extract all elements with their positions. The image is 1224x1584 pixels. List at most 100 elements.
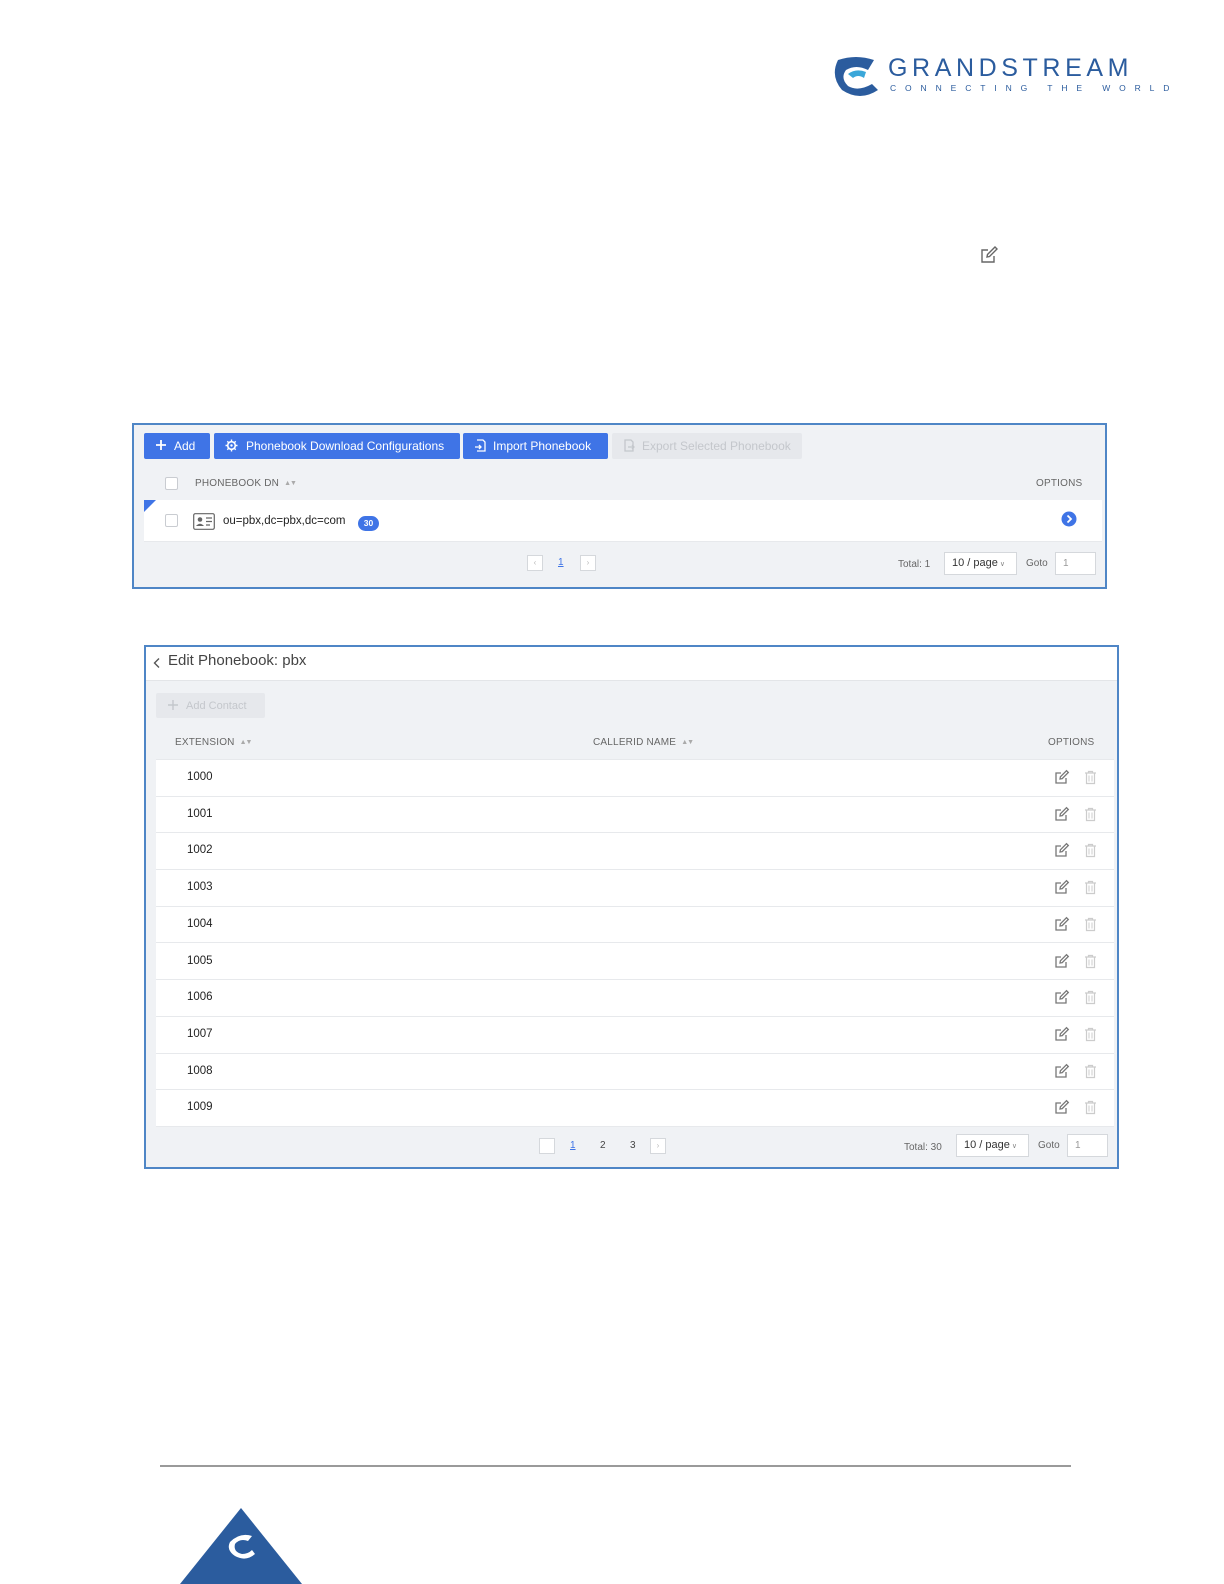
edit-icon[interactable] bbox=[1054, 806, 1070, 822]
next-page-button[interactable]: › bbox=[650, 1138, 666, 1154]
export-selected-label: Export Selected Phonebook bbox=[642, 439, 791, 453]
page-1-link[interactable]: 1 bbox=[570, 1140, 576, 1151]
extension-cell: 1003 bbox=[187, 881, 213, 894]
edit-icon[interactable] bbox=[1054, 916, 1070, 932]
total-count: Total: 1 bbox=[898, 559, 931, 570]
prev-page-button[interactable]: ‹ bbox=[527, 555, 543, 571]
select-all-checkbox[interactable] bbox=[165, 477, 178, 490]
column-header-extension[interactable]: EXTENSION ▲▼ bbox=[175, 737, 252, 748]
logo-wordmark: GRANDSTREAM bbox=[888, 54, 1134, 82]
plus-icon bbox=[156, 440, 166, 450]
row-checkbox[interactable] bbox=[165, 514, 178, 527]
table-row[interactable]: 1003 bbox=[156, 870, 1114, 907]
table-row[interactable]: 1009 bbox=[156, 1090, 1114, 1127]
delete-icon[interactable] bbox=[1084, 880, 1097, 895]
extension-cell: 1001 bbox=[187, 807, 213, 820]
extension-cell: 1009 bbox=[187, 1101, 213, 1114]
page-2-link[interactable]: 2 bbox=[600, 1140, 606, 1151]
page-size-select[interactable]: 10 / page ∨ bbox=[944, 552, 1017, 575]
edit-icon[interactable] bbox=[1054, 989, 1070, 1005]
column-header-label: PHONEBOOK DN bbox=[195, 478, 280, 489]
contact-count-badge: 30 bbox=[358, 516, 379, 531]
next-page-button[interactable]: › bbox=[580, 555, 596, 571]
extension-cell: 1006 bbox=[187, 991, 213, 1004]
table-row[interactable]: 1008 bbox=[156, 1054, 1114, 1091]
add-contact-label: Add Contact bbox=[186, 700, 247, 712]
edit-icon[interactable] bbox=[1054, 1099, 1070, 1115]
table-row[interactable]: 1006 bbox=[156, 980, 1114, 1017]
chevron-right-icon[interactable] bbox=[1061, 511, 1077, 527]
delete-icon[interactable] bbox=[1084, 1064, 1097, 1079]
delete-icon[interactable] bbox=[1084, 917, 1097, 932]
table-row[interactable]: 1002 bbox=[156, 833, 1114, 871]
edit-icon bbox=[981, 246, 998, 263]
phonebook-list-panel: Add Phonebook Download Configurations Im… bbox=[132, 423, 1107, 589]
delete-icon[interactable] bbox=[1084, 990, 1097, 1005]
grandstream-logo: GRANDSTREAM CONNECTING THE WORLD bbox=[834, 54, 1169, 98]
table-row[interactable]: ou=pbx,dc=pbx,dc=com 30 bbox=[144, 500, 1102, 542]
goto-page-input[interactable]: 1 bbox=[1055, 552, 1096, 575]
phonebook-dn-value: ou=pbx,dc=pbx,dc=com bbox=[223, 515, 346, 527]
column-header-callerid-name[interactable]: CALLERID NAME ▲▼ bbox=[593, 737, 694, 748]
goto-page-input[interactable]: 1 bbox=[1067, 1134, 1108, 1157]
phonebook-download-configurations-button[interactable]: Phonebook Download Configurations bbox=[214, 433, 460, 459]
edit-icon[interactable] bbox=[1054, 953, 1070, 969]
extension-cell: 1000 bbox=[187, 771, 213, 783]
edit-icon[interactable] bbox=[1054, 769, 1070, 785]
goto-label: Goto bbox=[1026, 558, 1048, 569]
gear-icon bbox=[225, 439, 238, 452]
add-contact-button[interactable]: Add Contact bbox=[156, 693, 265, 718]
column-header-phonebook-dn[interactable]: PHONEBOOK DN ▲▼ bbox=[195, 478, 297, 489]
column-header-label: CALLERID NAME bbox=[593, 737, 677, 748]
delete-icon[interactable] bbox=[1084, 954, 1097, 969]
edit-icon[interactable] bbox=[1054, 1026, 1070, 1042]
delete-icon[interactable] bbox=[1084, 1100, 1097, 1115]
extension-cell: 1005 bbox=[187, 954, 213, 967]
table-row[interactable]: 1007 bbox=[156, 1017, 1114, 1054]
import-phonebook-button[interactable]: Import Phonebook bbox=[463, 433, 608, 459]
sort-icon: ▲▼ bbox=[284, 480, 297, 487]
delete-icon[interactable] bbox=[1084, 770, 1097, 785]
add-button[interactable]: Add bbox=[144, 433, 210, 459]
download-config-label: Phonebook Download Configurations bbox=[246, 439, 445, 453]
page-size-value: 10 / page bbox=[952, 557, 998, 569]
export-icon bbox=[624, 439, 635, 452]
back-chevron-icon[interactable] bbox=[152, 657, 162, 669]
table-row[interactable]: 1005 bbox=[156, 944, 1114, 981]
import-icon bbox=[475, 439, 486, 452]
extension-cell: 1002 bbox=[187, 844, 213, 857]
table-row[interactable]: 1000 bbox=[156, 760, 1114, 797]
delete-icon[interactable] bbox=[1084, 843, 1097, 858]
add-button-label: Add bbox=[174, 439, 196, 453]
edit-icon[interactable] bbox=[1054, 842, 1070, 858]
export-selected-phonebook-button[interactable]: Export Selected Phonebook bbox=[612, 433, 802, 459]
edit-icon[interactable] bbox=[1054, 879, 1070, 895]
page-3-link[interactable]: 3 bbox=[630, 1140, 636, 1151]
table-row[interactable]: 1001 bbox=[156, 797, 1114, 834]
sort-icon: ▲▼ bbox=[681, 739, 694, 746]
delete-icon[interactable] bbox=[1084, 807, 1097, 822]
delete-icon[interactable] bbox=[1084, 1027, 1097, 1042]
column-header-options: OPTIONS bbox=[1048, 737, 1095, 748]
table-row[interactable]: 1004 bbox=[156, 907, 1114, 944]
footer-logo-triangle-icon bbox=[180, 1508, 302, 1584]
corner-marker-icon bbox=[144, 500, 156, 512]
column-header-label: EXTENSION bbox=[175, 737, 235, 748]
contacts-table: 1000 1001 1002 1003 1004 1005 1006 1007 1008 1009 bbox=[156, 759, 1114, 1127]
total-count: Total: 30 bbox=[904, 1142, 942, 1153]
extension-cell: 1007 bbox=[187, 1027, 213, 1040]
extension-cell: 1004 bbox=[187, 917, 213, 930]
page-title: Edit Phonebook: pbx bbox=[168, 652, 307, 669]
edit-icon[interactable] bbox=[1054, 1063, 1070, 1079]
import-phonebook-label: Import Phonebook bbox=[493, 439, 592, 453]
grandstream-logo-icon bbox=[834, 57, 878, 96]
extension-cell: 1008 bbox=[187, 1064, 213, 1077]
chevron-down-icon: ∨ bbox=[999, 561, 1005, 568]
column-header-options: OPTIONS bbox=[1036, 478, 1083, 489]
logo-tagline: CONNECTING THE WORLD bbox=[890, 83, 1179, 93]
page-1-link[interactable]: 1 bbox=[558, 557, 564, 568]
page-size-value: 10 / page bbox=[964, 1139, 1010, 1151]
page-size-select[interactable]: 10 / page ∨ bbox=[956, 1134, 1029, 1157]
prev-page-button[interactable] bbox=[539, 1138, 555, 1154]
chevron-down-icon: ∨ bbox=[1011, 1143, 1017, 1150]
